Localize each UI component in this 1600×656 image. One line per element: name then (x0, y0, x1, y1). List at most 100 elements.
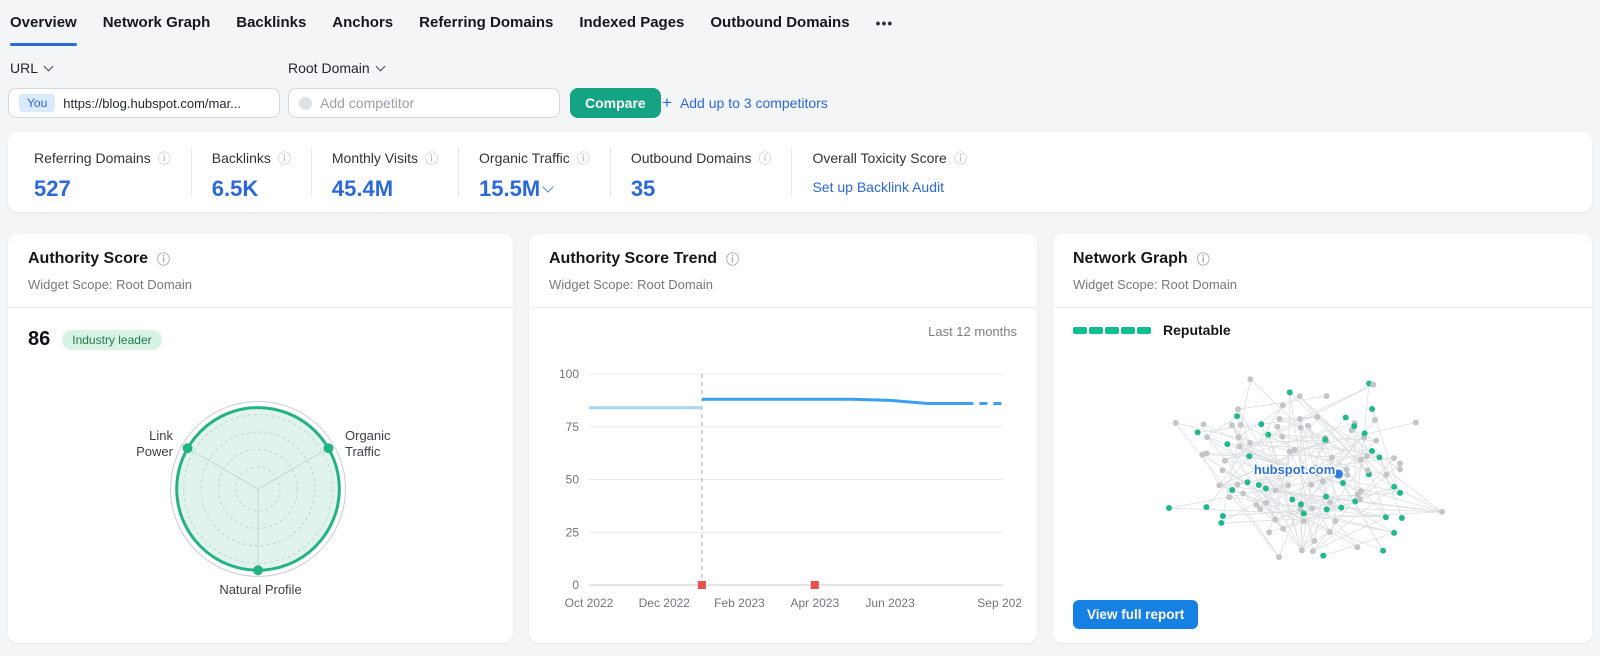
metric-value: 45.4M (332, 176, 438, 202)
chevron-down-icon (543, 181, 554, 192)
reputation-segment (1121, 327, 1135, 334)
network-graph-title: Network Graph (1073, 250, 1188, 268)
svg-text:Apr 2023: Apr 2023 (790, 596, 839, 610)
svg-text:Oct 2022: Oct 2022 (565, 596, 614, 610)
info-icon[interactable]: ⓘ (157, 249, 170, 268)
network-graph-card: Network Graph ⓘ Widget Scope: Root Domai… (1053, 234, 1592, 643)
info-icon[interactable]: ⓘ (726, 249, 739, 268)
svg-text:hubspot.com: hubspot.com (1254, 462, 1335, 477)
reputation-segment (1089, 327, 1103, 334)
metric-label: Referring Domainsⓘ (34, 148, 171, 167)
trend-range-label: Last 12 months (928, 324, 1017, 339)
authority-score-trend-card: Authority Score Trend ⓘ Widget Scope: Ro… (529, 234, 1037, 643)
trend-header: Authority Score Trend ⓘ Widget Scope: Ro… (529, 234, 1037, 308)
reputation-label: Reputable (1163, 322, 1231, 338)
metric-outbound-domains: Outbound Domainsⓘ35 (610, 147, 792, 197)
chevron-down-icon (44, 61, 54, 71)
metric-overall-toxicity-score: Overall Toxicity Scoreⓘ Set up Backlink A… (791, 147, 986, 197)
metric-label: Outbound Domainsⓘ (631, 148, 772, 167)
metric-value: 35 (631, 176, 772, 202)
info-icon[interactable]: ⓘ (158, 148, 171, 167)
reputation-segment (1137, 327, 1151, 334)
svg-text:75: 75 (566, 420, 580, 434)
metric-label: Organic Trafficⓘ (479, 148, 590, 167)
reputation-meter (1073, 327, 1151, 334)
widget-scope-label: Widget Scope: Root Domain (28, 277, 493, 292)
svg-text:Jun 2023: Jun 2023 (865, 596, 915, 610)
trend-title: Authority Score Trend (549, 250, 717, 268)
svg-text:Dec 2022: Dec 2022 (639, 596, 691, 610)
target-url-input[interactable]: You https://blog.hubspot.com/mar... (8, 88, 280, 118)
plus-icon: + (662, 88, 672, 118)
info-icon[interactable]: ⓘ (1197, 249, 1210, 268)
widget-scope-label: Widget Scope: Root Domain (1073, 277, 1572, 292)
info-icon[interactable]: ⓘ (577, 148, 590, 167)
metric-value[interactable]: 15.5M (479, 176, 590, 202)
backlink-analytics-overview-page: Overview Network Graph Backlinks Anchors Ref… (0, 0, 1600, 46)
you-badge: You (19, 94, 55, 112)
radar-axis-link-power: Link Power (136, 428, 173, 461)
industry-leader-badge: Industry leader (62, 330, 161, 350)
trend-body: Last 12 months 0 25 50 75 100 Oct 2022 Dec 202… (529, 308, 1037, 643)
compare-inputs-row: You https://blog.hubspot.com/mar... Comp… (0, 88, 1600, 118)
network-graph-body: Reputable hubspot.com View full report (1053, 308, 1592, 643)
network-graph-visualization: hubspot.com (1053, 346, 1592, 638)
add-competitors-label: Add up to 3 competitors (680, 88, 828, 118)
svg-text:Sep 2023: Sep 2023 (977, 596, 1021, 610)
svg-text:50: 50 (566, 473, 580, 487)
metric-value: 527 (34, 176, 171, 202)
tab-anchors[interactable]: Anchors (332, 0, 393, 46)
authority-score-row: 86 Industry leader (28, 328, 162, 351)
tab-outbound-domains[interactable]: Outbound Domains (710, 0, 849, 46)
metric-value: 6.5K (212, 176, 291, 202)
metric-backlinks: Backlinksⓘ6.5K (191, 147, 311, 197)
info-icon[interactable]: ⓘ (758, 148, 771, 167)
radar-axis-organic-traffic: Organic Traffic (345, 428, 391, 461)
competitor-dot-icon (299, 97, 312, 110)
svg-text:0: 0 (572, 578, 579, 592)
metrics-summary-card: Referring Domainsⓘ527Backlinksⓘ6.5KMonth… (8, 132, 1592, 212)
competitor-text-field[interactable] (320, 95, 549, 111)
authority-score-card: Authority Score ⓘ Widget Scope: Root Dom… (8, 234, 513, 643)
info-icon[interactable]: ⓘ (278, 148, 291, 167)
more-tabs-button[interactable]: ••• (876, 0, 894, 46)
info-icon[interactable]: ⓘ (954, 148, 967, 167)
reputation-legend: Reputable (1073, 322, 1231, 338)
metric-label: Monthly Visitsⓘ (332, 148, 438, 167)
tab-network-graph[interactable]: Network Graph (103, 0, 211, 46)
metric-referring-domains: Referring Domainsⓘ527 (14, 147, 191, 197)
view-full-report-button[interactable]: View full report (1073, 600, 1198, 629)
network-graph-header: Network Graph ⓘ Widget Scope: Root Domai… (1053, 234, 1592, 308)
root-domain-dropdown[interactable]: Root Domain (288, 60, 384, 76)
target-url-text: https://blog.hubspot.com/mar... (63, 96, 241, 111)
tab-overview[interactable]: Overview (10, 0, 77, 46)
widget-scope-label: Widget Scope: Root Domain (549, 277, 1017, 292)
svg-text:100: 100 (559, 367, 579, 381)
metric-monthly-visits: Monthly Visitsⓘ45.4M (311, 147, 458, 197)
root-domain-label: Root Domain (288, 60, 370, 76)
add-competitor-input[interactable] (288, 88, 560, 118)
reputation-segment (1105, 327, 1119, 334)
chevron-down-icon (375, 61, 385, 71)
metric-organic-traffic: Organic Trafficⓘ15.5M (458, 147, 610, 197)
url-type-label: URL (10, 60, 38, 76)
tab-indexed-pages[interactable]: Indexed Pages (579, 0, 684, 46)
compare-button[interactable]: Compare (570, 88, 661, 118)
metric-label: Backlinksⓘ (212, 148, 291, 167)
widgets-row: Authority Score ⓘ Widget Scope: Root Dom… (8, 234, 1592, 643)
info-icon[interactable]: ⓘ (425, 148, 438, 167)
tab-bar: Overview Network Graph Backlinks Anchors Ref… (0, 0, 1600, 46)
radar-axis-natural-profile: Natural Profile (8, 582, 513, 598)
svg-text:25: 25 (566, 525, 580, 539)
setup-backlink-audit-link[interactable]: Set up Backlink Audit (812, 179, 966, 195)
authority-score-value: 86 (28, 328, 50, 351)
authority-score-trend-chart: 0255075100Oct 2022Dec 2022Feb 2023Apr 20… (541, 360, 1021, 618)
metric-label: Overall Toxicity Scoreⓘ (812, 148, 966, 167)
tab-backlinks[interactable]: Backlinks (236, 0, 306, 46)
tab-referring-domains[interactable]: Referring Domains (419, 0, 553, 46)
add-competitors-link[interactable]: + Add up to 3 competitors (662, 88, 828, 118)
url-type-dropdown[interactable]: URL (10, 60, 52, 76)
authority-score-header: Authority Score ⓘ Widget Scope: Root Dom… (8, 234, 513, 308)
authority-score-body: 86 Industry leader Link Power Organic Tr… (8, 308, 513, 643)
scope-filters-row: URL Root Domain (0, 60, 1600, 82)
